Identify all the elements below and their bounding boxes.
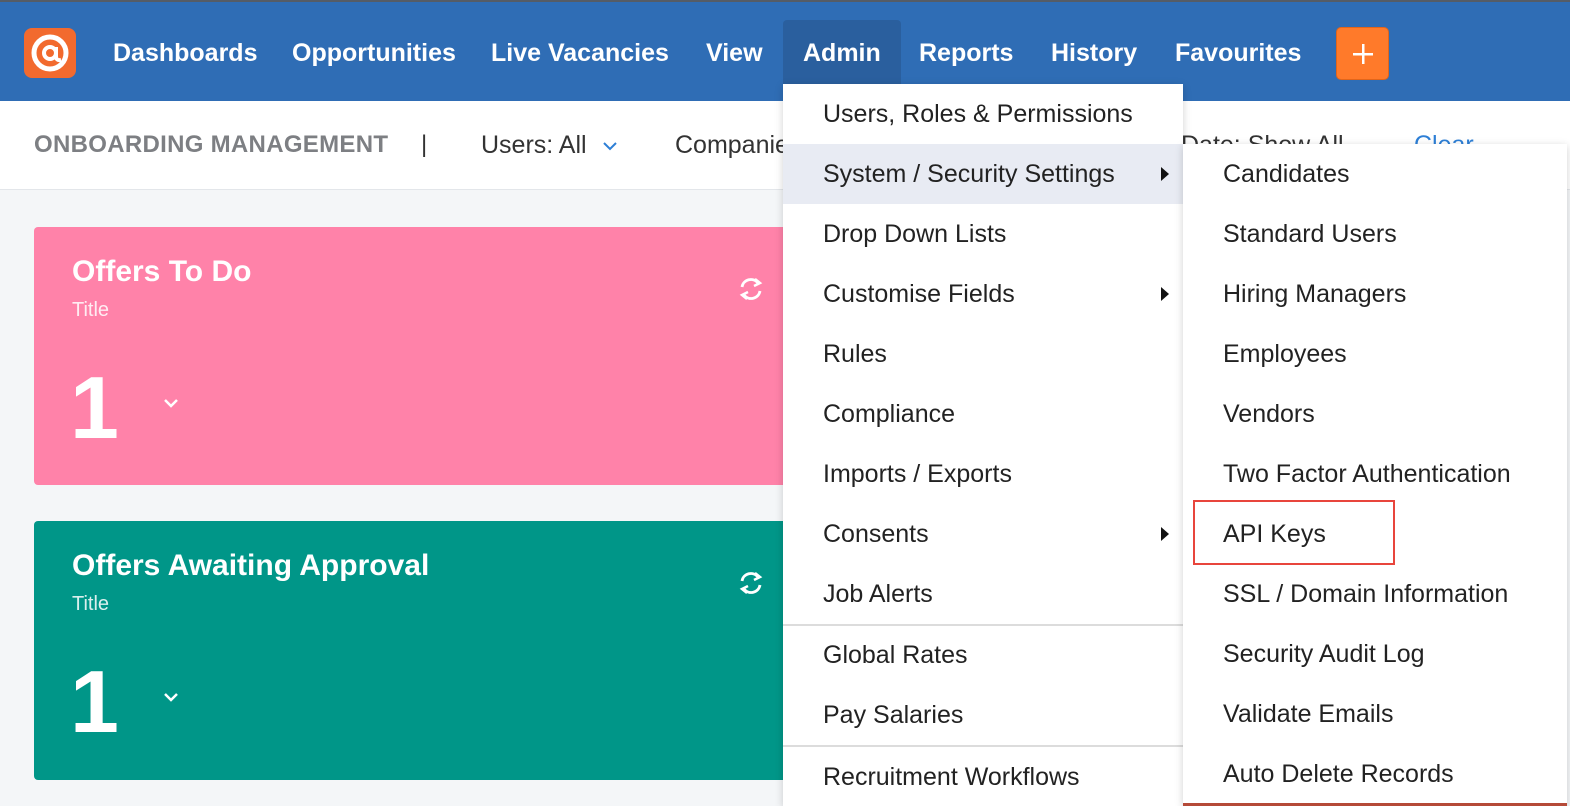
submenu-item-validate-emails[interactable]: Validate Emails [1183, 684, 1567, 744]
card-value: 1 [70, 358, 119, 457]
offers-awaiting-approval-card[interactable]: Offers Awaiting Approval Title 1 [34, 521, 794, 780]
menu-item-label: Compliance [823, 400, 956, 428]
submenu-item-auto-delete-records[interactable]: Auto Delete Records [1183, 744, 1567, 804]
nav-dashboards[interactable]: Dashboards [93, 20, 277, 86]
menu-item-label: Recruitment Workflows [823, 763, 1080, 791]
menu-item-label: Consents [823, 520, 929, 548]
menu-item-users-roles-permissions[interactable]: Users, Roles & Permissions [783, 84, 1183, 144]
refresh-icon[interactable] [736, 569, 766, 597]
submenu-item-standard-users[interactable]: Standard Users [1183, 204, 1567, 264]
submenu-item-employees[interactable]: Employees [1183, 324, 1567, 384]
menu-item-drop-down-lists[interactable]: Drop Down Lists [783, 204, 1183, 264]
api-keys-highlight-box [1193, 500, 1395, 565]
submenu-item-two-factor-authentication[interactable]: Two Factor Authentication [1183, 444, 1567, 504]
submenu-item-ssl-domain-information[interactable]: SSL / Domain Information [1183, 564, 1567, 624]
card-title: Offers To Do [72, 255, 252, 288]
caret-right-icon [1161, 527, 1169, 541]
nav-favourites[interactable]: Favourites [1155, 20, 1321, 86]
menu-item-label: Imports / Exports [823, 460, 1012, 488]
submenu-item-hiring-managers[interactable]: Hiring Managers [1183, 264, 1567, 324]
caret-right-icon [1161, 167, 1169, 181]
submenu-item-vendors[interactable]: Vendors [1183, 384, 1567, 444]
menu-item-job-alerts[interactable]: Job Alerts [783, 564, 1183, 624]
menu-item-recruitment-workflows[interactable]: Recruitment Workflows [783, 747, 1183, 806]
menu-item-label: System / Security Settings [823, 160, 1115, 188]
menu-item-customise-fields[interactable]: Customise Fields [783, 264, 1183, 324]
chevron-down-icon[interactable] [162, 691, 180, 703]
menu-item-label: Rules [823, 340, 887, 368]
menu-item-label: Pay Salaries [823, 701, 964, 729]
nav-view[interactable]: View [686, 20, 783, 86]
menu-item-pay-salaries[interactable]: Pay Salaries [783, 685, 1183, 745]
card-value: 1 [70, 652, 119, 751]
menu-item-rules[interactable]: Rules [783, 324, 1183, 384]
filter-separator: | [421, 131, 428, 158]
nav-history[interactable]: History [1031, 20, 1157, 86]
caret-right-icon [1161, 287, 1169, 301]
menu-item-label: Drop Down Lists [823, 220, 1007, 248]
users-filter[interactable]: Users: All [481, 131, 618, 160]
nav-admin[interactable]: Admin [783, 20, 901, 86]
plus-icon [1353, 44, 1373, 64]
at-sign-icon [31, 34, 69, 72]
add-new-button[interactable] [1336, 27, 1389, 80]
menu-item-imports-exports[interactable]: Imports / Exports [783, 444, 1183, 504]
page-title: ONBOARDING MANAGEMENT [34, 131, 389, 158]
submenu-item-security-audit-log[interactable]: Security Audit Log [1183, 624, 1567, 684]
menu-item-label: Job Alerts [823, 580, 933, 608]
app-logo[interactable] [24, 28, 76, 78]
menu-item-compliance[interactable]: Compliance [783, 384, 1183, 444]
menu-item-label: Global Rates [823, 641, 968, 669]
card-subtitle: Title [72, 593, 110, 615]
menu-item-label: Customise Fields [823, 280, 1015, 308]
security-settings-submenu: Candidates Standard Users Hiring Manager… [1183, 144, 1567, 806]
users-filter-label: Users: All [481, 131, 587, 159]
menu-item-system-security-settings[interactable]: System / Security Settings [783, 144, 1183, 204]
submenu-item-candidates[interactable]: Candidates [1183, 144, 1567, 204]
card-title: Offers Awaiting Approval [72, 549, 430, 582]
admin-dropdown-menu: Users, Roles & Permissions System / Secu… [783, 84, 1183, 806]
nav-live-vacancies[interactable]: Live Vacancies [471, 20, 689, 86]
offers-to-do-card[interactable]: Offers To Do Title 1 [34, 227, 794, 485]
nav-reports[interactable]: Reports [899, 20, 1033, 86]
nav-opportunities[interactable]: Opportunities [272, 20, 476, 86]
chevron-down-icon [602, 142, 617, 151]
menu-item-consents[interactable]: Consents [783, 504, 1183, 564]
menu-item-label: Users, Roles & Permissions [823, 100, 1133, 128]
refresh-icon[interactable] [736, 275, 766, 303]
chevron-down-icon[interactable] [162, 397, 180, 409]
card-subtitle: Title [72, 299, 110, 321]
menu-item-global-rates[interactable]: Global Rates [783, 625, 1183, 685]
